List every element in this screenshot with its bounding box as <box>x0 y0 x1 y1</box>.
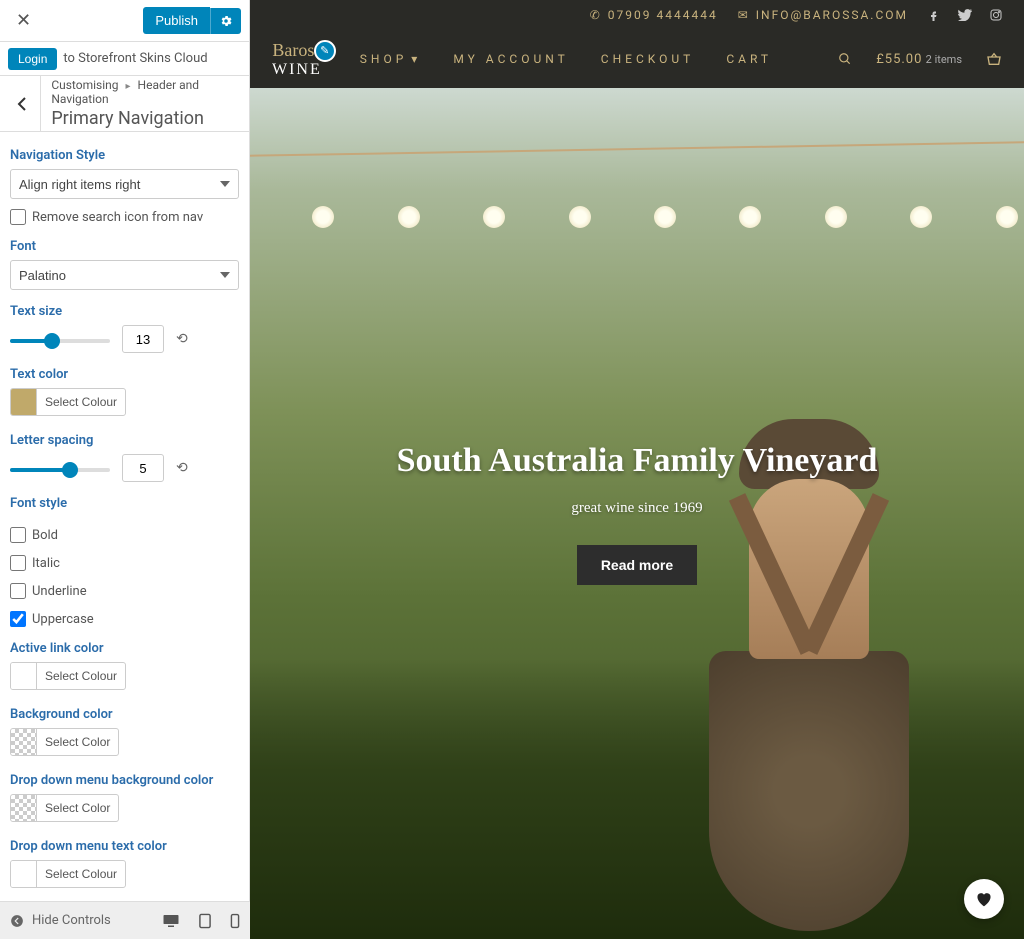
login-bar: Login to Storefront Skins Cloud <box>0 42 249 76</box>
label-active-link-color: Active link color <box>10 641 239 656</box>
nav-account[interactable]: MY ACCOUNT <box>453 52 568 66</box>
login-text: to Storefront Skins Cloud <box>63 51 207 66</box>
email-link[interactable]: ✉ INFO@BAROSSA.COM <box>738 8 908 22</box>
color-swatch <box>11 663 37 689</box>
active-link-color-button[interactable]: Select Colour <box>10 662 126 690</box>
remove-search-label: Remove search icon from nav <box>32 210 203 225</box>
gear-icon[interactable] <box>210 8 241 34</box>
string-lights <box>250 148 1024 288</box>
facebook-icon[interactable] <box>928 9 940 21</box>
edit-icon[interactable]: ✎ <box>314 40 336 62</box>
nav-style-select[interactable]: Align right items right <box>10 169 239 199</box>
label-dd-bg: Drop down menu background color <box>10 773 239 788</box>
phone-icon: ✆ <box>590 8 602 22</box>
top-bar: ✕ Publish <box>0 0 249 42</box>
label-nav-style: Navigation Style <box>10 148 239 163</box>
controls-panel: Navigation Style Align right items right… <box>0 132 249 939</box>
back-button[interactable] <box>4 76 41 132</box>
hero-section: South Australia Family Vineyard great wi… <box>250 88 1024 939</box>
phone-link[interactable]: ✆ 07909 4444444 <box>590 8 718 22</box>
chevron-down-icon: ▾ <box>411 52 421 66</box>
label-dd-text: Drop down menu text color <box>10 839 239 854</box>
text-color-swatch <box>11 389 37 415</box>
mobile-icon[interactable] <box>230 913 240 929</box>
bg-color-button[interactable]: Select Color <box>10 728 119 756</box>
color-swatch <box>11 861 37 887</box>
search-icon[interactable] <box>838 52 852 66</box>
hide-controls-button[interactable]: Hide Controls <box>10 913 111 928</box>
label-font-style: Font style <box>10 496 239 511</box>
dd-bg-color-button[interactable]: Select Color <box>10 794 119 822</box>
label-font: Font <box>10 239 239 254</box>
footer-bar: Hide Controls <box>0 901 250 939</box>
cart-items: 2 items <box>926 53 962 66</box>
dd-text-color-button[interactable]: Select Colour <box>10 860 126 888</box>
bold-checkbox[interactable] <box>10 527 26 543</box>
chevron-right-icon: ▸ <box>126 81 131 92</box>
email-icon: ✉ <box>738 8 750 22</box>
login-button[interactable]: Login <box>8 48 57 70</box>
breadcrumb: Customising ▸ Header and Navigation Prim… <box>0 76 249 132</box>
read-more-button[interactable]: Read more <box>577 545 697 585</box>
tablet-icon[interactable] <box>198 913 212 929</box>
label-text-size: Text size <box>10 304 239 319</box>
hero-title: South Australia Family Vineyard <box>397 442 878 480</box>
publish-button[interactable]: Publish <box>143 7 210 34</box>
logo[interactable]: Baross WINE ✎ <box>272 40 322 79</box>
desktop-icon[interactable] <box>162 913 180 929</box>
preview-pane: ✆ 07909 4444444 ✉ INFO@BAROSSA.COM Baros… <box>250 0 1024 939</box>
label-bg-color: Background color <box>10 707 239 722</box>
nav-cart[interactable]: CART <box>726 52 772 66</box>
label-letter-spacing: Letter spacing <box>10 433 239 448</box>
letter-spacing-input[interactable] <box>122 454 164 482</box>
nav-shop[interactable]: SHOP ▾ <box>360 52 422 66</box>
text-size-slider[interactable] <box>10 339 110 343</box>
remove-search-checkbox[interactable] <box>10 209 26 225</box>
instagram-icon[interactable] <box>990 9 1002 21</box>
letter-spacing-slider[interactable] <box>10 468 110 472</box>
customizer-sidebar: ✕ Publish Login to Storefront Skins Clou… <box>0 0 250 939</box>
close-icon[interactable]: ✕ <box>8 6 39 35</box>
favorite-button[interactable] <box>964 879 1004 919</box>
cart-total[interactable]: £55.00 <box>876 52 922 67</box>
italic-checkbox[interactable] <box>10 555 26 571</box>
hero-person <box>699 419 919 939</box>
preview-topbar: ✆ 07909 4444444 ✉ INFO@BAROSSA.COM <box>250 0 1024 30</box>
breadcrumb-root: Customising <box>51 78 118 92</box>
nav-checkout[interactable]: CHECKOUT <box>601 52 695 66</box>
preview-main-nav: Baross WINE ✎ SHOP ▾ MY ACCOUNT CHECKOUT… <box>250 30 1024 88</box>
hero-subtitle: great wine since 1969 <box>571 500 702 517</box>
text-color-button[interactable]: Select Colour <box>10 388 126 416</box>
text-size-input[interactable] <box>122 325 164 353</box>
color-swatch <box>11 795 37 821</box>
font-select[interactable]: Palatino <box>10 260 239 290</box>
underline-checkbox[interactable] <box>10 583 26 599</box>
color-swatch <box>11 729 37 755</box>
page-title: Primary Navigation <box>51 108 245 129</box>
label-text-color: Text color <box>10 367 239 382</box>
reset-icon[interactable]: ⟲ <box>176 331 188 347</box>
uppercase-checkbox[interactable] <box>10 611 26 627</box>
twitter-icon[interactable] <box>958 9 972 21</box>
reset-icon[interactable]: ⟲ <box>176 460 188 476</box>
basket-icon[interactable] <box>986 52 1002 66</box>
